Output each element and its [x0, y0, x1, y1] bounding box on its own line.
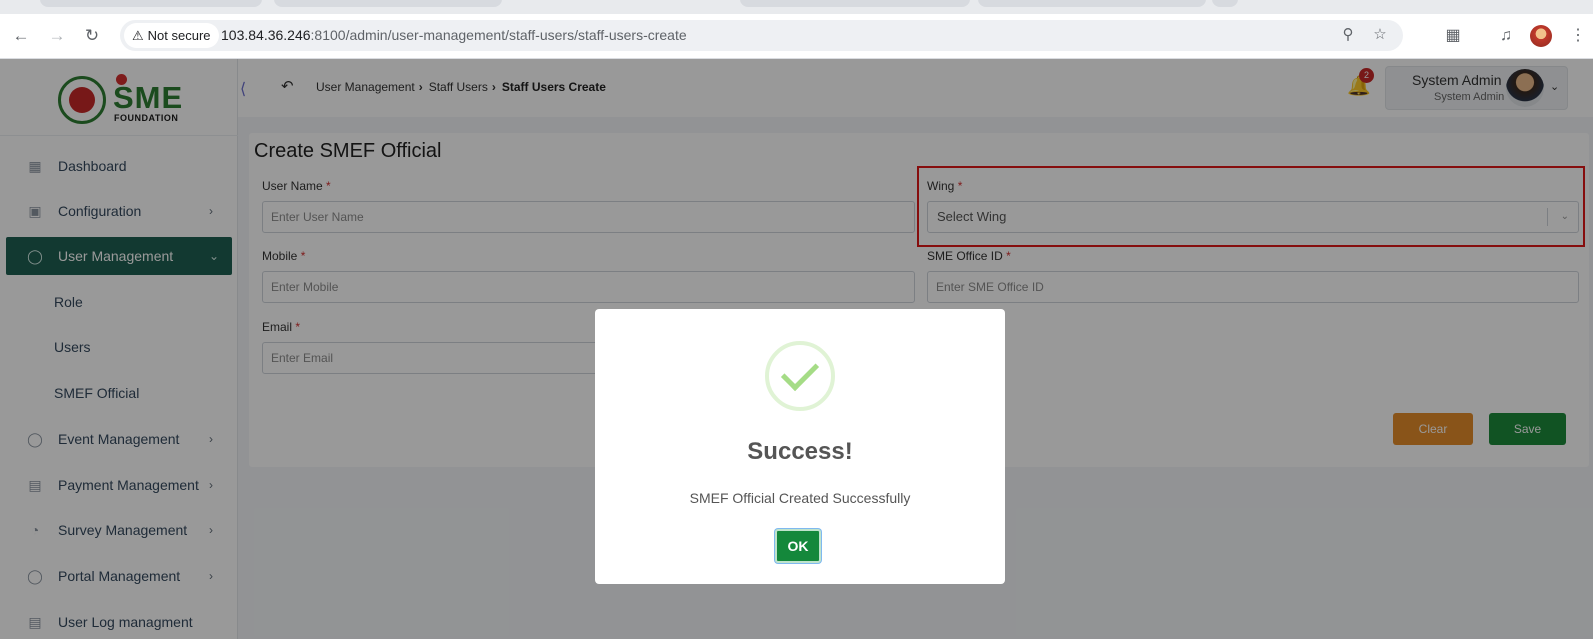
browser-tab[interactable] — [740, 0, 970, 7]
address-bar[interactable]: ⚠ Not secure 103.84.36.246:8100/admin/use… — [120, 20, 1403, 51]
forward-arrow-icon[interactable]: → — [45, 24, 69, 48]
ok-button[interactable]: OK — [775, 529, 821, 563]
kebab-menu-icon[interactable]: ⋮ — [1566, 24, 1590, 48]
reload-icon[interactable]: ↻ — [80, 24, 104, 48]
browser-tab[interactable] — [978, 0, 1206, 7]
url-text[interactable]: 103.84.36.246:8100/admin/user-management… — [221, 20, 687, 51]
browser-tab[interactable] — [274, 0, 502, 7]
success-check-icon — [765, 341, 835, 411]
security-label: Not secure — [147, 28, 211, 43]
browser-profile-avatar[interactable] — [1530, 25, 1552, 47]
dialog-title: Success! — [747, 438, 853, 465]
security-chip[interactable]: ⚠ Not secure — [124, 23, 219, 48]
browser-tab[interactable] — [1212, 0, 1238, 7]
zoom-icon[interactable]: ⚲ — [1337, 24, 1359, 46]
back-arrow-icon[interactable]: ← — [9, 24, 33, 48]
browser-tab-strip — [0, 0, 1593, 14]
url-host: 103.84.36.246 — [221, 27, 311, 43]
browser-toolbar: ← → ↻ ⚠ Not secure 103.84.36.246:8100/adm… — [0, 14, 1593, 59]
success-dialog: Success! SMEF Official Created Successfu… — [595, 309, 1005, 584]
url-path: :8100/admin/user-management/staff-users/… — [310, 27, 687, 43]
browser-tab[interactable] — [40, 0, 262, 7]
media-control-icon[interactable]: ♫ — [1494, 24, 1518, 48]
warning-icon: ⚠ — [132, 28, 144, 43]
extensions-icon[interactable]: ▦ — [1441, 24, 1465, 48]
bookmark-star-icon[interactable]: ☆ — [1369, 24, 1391, 46]
dialog-message: SMEF Official Created Successfully — [689, 490, 911, 506]
